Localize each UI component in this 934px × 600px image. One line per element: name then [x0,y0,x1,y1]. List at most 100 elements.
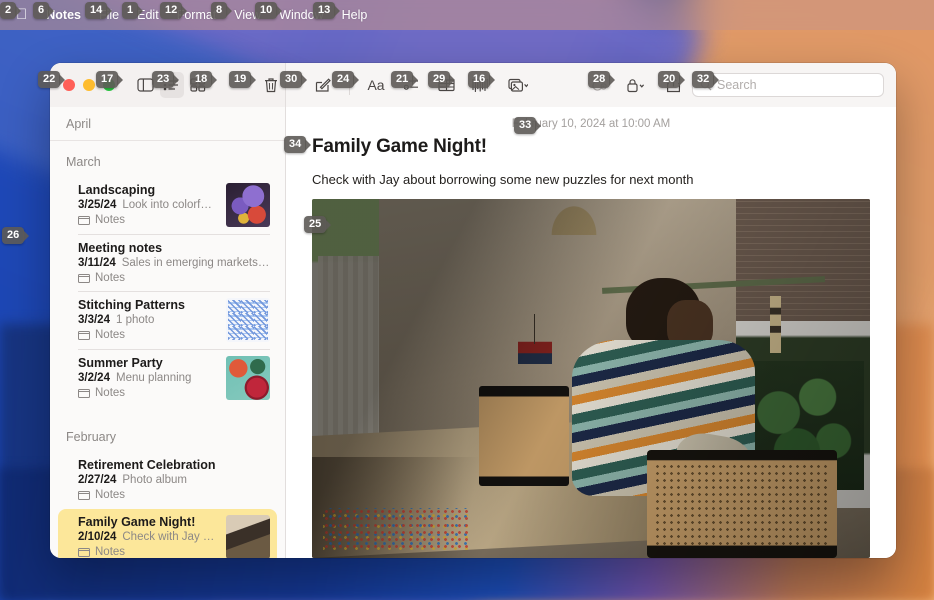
badge-checklist: 21 [391,71,414,88]
note-detail-pane[interactable]: February 10, 2024 at 10:00 AM Family Gam… [286,107,896,558]
note-folder-label: Notes [95,546,126,558]
note-date: 3/2/24 [78,372,110,384]
badge-format-aa: 24 [332,71,355,88]
minimize-button[interactable] [83,79,95,91]
badge-menu-format: 12 [160,2,183,19]
list-item-text: Family Game Night! 2/10/24 Check with Ja… [78,515,218,558]
folder-icon [78,330,90,340]
note-folder: Notes [78,387,218,399]
note-subtitle: 2/27/24 Photo album [78,474,270,486]
badge-compose: 30 [280,71,303,88]
format-aa-label: Aa [367,77,385,93]
note-date: 3/11/24 [78,257,116,269]
list-item[interactable]: Meeting notes 3/11/24 Sales in emerging … [58,234,277,292]
list-item-text: Retirement Celebration 2/27/24 Photo alb… [78,458,270,501]
note-title: Retirement Celebration [78,458,216,472]
note-snippet: Sales in emerging markets… [121,257,270,269]
note-subtitle: 3/3/24 1 photo [78,314,218,326]
note-title: Landscaping [78,183,156,197]
badge-search: 32 [692,71,715,88]
note-snippet: Photo album [122,474,187,486]
list-item-text: Meeting notes 3/11/24 Sales in emerging … [78,241,270,284]
note-subtitle: 3/2/24 Menu planning [78,372,218,384]
note-folder: Notes [78,272,270,284]
note-body-text: Check with Jay about borrowing some new … [312,172,694,187]
note-snippet: Menu planning [115,372,192,384]
folder-icon [78,215,90,225]
badge-trash: 19 [229,71,252,88]
month-header-february: February [66,430,117,444]
badge-menu-notes: 6 [33,2,50,19]
note-folder-label: Notes [95,387,126,399]
folder-icon [78,388,90,398]
note-folder: Notes [78,489,270,501]
note-subtitle: 3/11/24 Sales in emerging markets… [78,257,270,269]
note-subtitle: 3/25/24 Look into colorfu… [78,199,218,211]
note-subtitle: 2/10/24 Check with Jay a… [78,531,218,543]
list-item[interactable]: Retirement Celebration 2/27/24 Photo alb… [58,452,277,509]
list-item-text: Summer Party 3/2/24 Menu planning Notes [78,356,218,400]
note-list-sidebar[interactable]: April March Landscaping 3/25/24 Look int… [50,107,286,558]
note-folder: Notes [78,546,218,558]
note-title: Meeting notes [78,241,163,255]
note-title: Family Game Night! [78,515,196,529]
list-item-text: Stitching Patterns 3/3/24 1 photo Notes [78,298,218,342]
badge-menu-window: 10 [255,2,278,19]
list-item-selected[interactable]: Family Game Night! 2/10/24 Check with Ja… [58,509,277,558]
note-folder: Notes [78,214,218,226]
badge-note-photo: 25 [304,216,327,233]
search-placeholder: Search [717,78,757,92]
note-thumbnail [226,183,270,227]
note-folder-label: Notes [95,489,126,501]
badge-sidebar-toggle: 17 [96,71,119,88]
note-folder-label: Notes [95,214,126,226]
note-title: Summer Party [78,356,163,370]
folder-icon [78,547,90,557]
note-date: 3/3/24 [78,314,110,326]
badge-link: 16 [468,71,491,88]
note-thumbnail [226,356,270,400]
badge-apple-menu: 2 [0,2,17,19]
note-photo[interactable] [312,199,870,558]
badge-collaborate: 28 [588,71,611,88]
note-date: 3/25/24 [78,199,117,211]
badge-gallery-view: 18 [190,71,213,88]
badge-note-timestamp: 33 [514,117,537,134]
badge-list-view: 23 [152,71,175,88]
note-folder-label: Notes [95,272,126,284]
note-snippet: 1 photo [115,314,155,326]
badge-menu-edit: 1 [122,2,139,19]
note-date: 2/27/24 [78,474,117,486]
lock-icon[interactable] [618,72,654,98]
badge-note-title: 34 [284,136,307,153]
folder-icon [78,273,90,283]
badge-desktop: 26 [2,227,25,244]
page-title: Family Game Night! [312,136,487,157]
search-input[interactable]: Search [692,73,884,97]
note-date: 2/10/24 [78,531,117,543]
list-item-text: Landscaping 3/25/24 Look into colorfu… N… [78,183,218,227]
list-item[interactable]: Summer Party 3/2/24 Menu planning Notes [58,349,277,408]
note-timestamp: February 10, 2024 at 10:00 AM [511,118,671,130]
list-item[interactable]: Landscaping 3/25/24 Look into colorfu… N… [58,177,277,235]
month-header-april: April [50,107,285,141]
list-item[interactable]: Stitching Patterns 3/3/24 1 photo Notes [58,291,277,350]
month-header-march: March [66,155,101,169]
note-thumbnail [226,298,270,342]
note-title: Stitching Patterns [78,298,185,312]
format-aa-icon[interactable]: Aa [359,72,393,98]
badge-share: 20 [658,71,681,88]
note-thumbnail [226,515,270,558]
media-icon[interactable] [499,72,537,98]
badge-menu-file: 14 [85,2,108,19]
badge-menu-view: 8 [211,2,228,19]
note-snippet: Look into colorfu… [122,199,218,211]
note-folder: Notes [78,329,218,341]
badge-traffic-lights: 22 [38,71,61,88]
note-snippet: Check with Jay a… [122,531,218,543]
photo-light-shadow [312,199,870,558]
notes-window: Aa Search April March Landscaping 3/25/2… [50,63,896,558]
badge-table: 29 [428,71,451,88]
folder-icon [78,490,90,500]
badge-menu-help: 13 [313,2,336,19]
